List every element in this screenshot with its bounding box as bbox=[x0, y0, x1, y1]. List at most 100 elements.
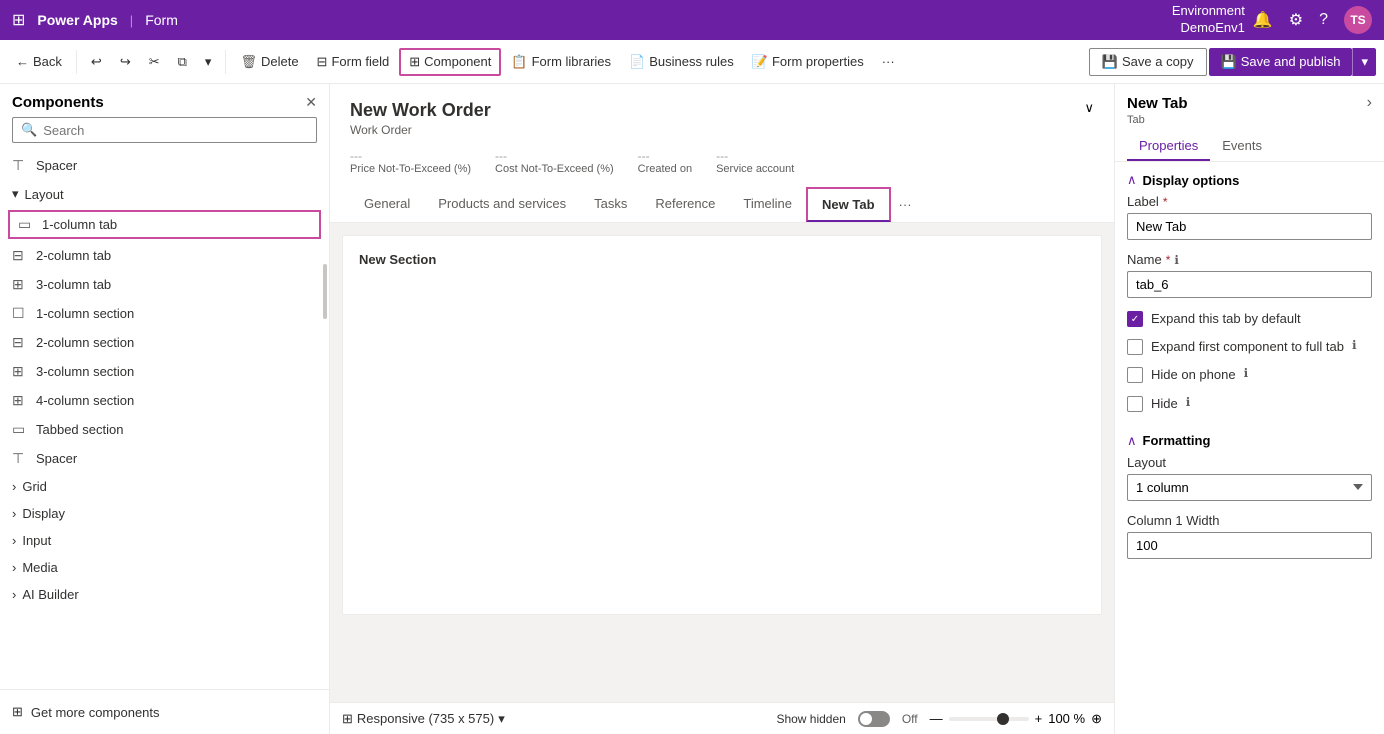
sidebar-item-2col-tab[interactable]: ⊟ 2-column tab bbox=[0, 241, 329, 270]
sidebar-layout-section[interactable]: ▾ Layout bbox=[0, 180, 329, 208]
form-expand-button[interactable]: ∨ bbox=[1084, 100, 1094, 116]
formatting-section-header[interactable]: ∧ Formatting bbox=[1127, 423, 1372, 455]
sidebar-display-section[interactable]: › Display bbox=[0, 500, 329, 527]
sidebar-header: Components ✕ bbox=[0, 84, 329, 117]
sidebar-item-4col-section[interactable]: ⊞ 4-column section bbox=[0, 386, 329, 415]
expand-first-info-icon[interactable]: ℹ bbox=[1352, 338, 1357, 352]
form-section[interactable]: New Section bbox=[342, 235, 1102, 615]
tab-products-services[interactable]: Products and services bbox=[424, 188, 580, 221]
undo-button[interactable]: ↩ bbox=[83, 50, 110, 74]
tab-general[interactable]: General bbox=[350, 188, 424, 221]
show-hidden-toggle[interactable] bbox=[858, 711, 890, 727]
form-field-button[interactable]: ⊟ Form field bbox=[309, 50, 398, 74]
hide-checkbox[interactable] bbox=[1127, 396, 1143, 412]
ai-collapse-icon: › bbox=[12, 587, 16, 602]
tab-events[interactable]: Events bbox=[1210, 132, 1274, 161]
map-icon[interactable]: ⊕ bbox=[1091, 711, 1102, 727]
4col-section-icon: ⊞ bbox=[12, 392, 28, 409]
sidebar-ai-builder-section[interactable]: › AI Builder bbox=[0, 581, 329, 608]
hide-info-icon[interactable]: ℹ bbox=[1186, 395, 1191, 409]
field-cost-label: Cost Not-To-Exceed (%) bbox=[495, 163, 614, 175]
right-panel-next-icon[interactable]: › bbox=[1367, 94, 1372, 112]
sidebar-item-spacer[interactable]: ⊤ Spacer bbox=[0, 444, 329, 473]
right-panel-body: ∧ Display options Label * Name * ℹ bbox=[1115, 162, 1384, 734]
delete-button[interactable]: 🗑 Delete bbox=[232, 50, 306, 74]
paste-chevron-button[interactable]: ▾ bbox=[197, 50, 220, 74]
spacer2-label: Spacer bbox=[36, 451, 77, 466]
expand-first-checkbox[interactable] bbox=[1127, 339, 1143, 355]
display-options-section-header[interactable]: ∧ Display options bbox=[1127, 162, 1372, 194]
toolbar-separator-2 bbox=[225, 50, 226, 74]
search-input[interactable] bbox=[43, 123, 308, 138]
layout-select[interactable]: 1 column 2 columns 3 columns bbox=[1127, 474, 1372, 501]
field-service-value: --- bbox=[716, 149, 794, 163]
settings-icon[interactable]: ⚙ bbox=[1289, 10, 1303, 30]
redo-button[interactable]: ↪ bbox=[112, 50, 139, 74]
expand-default-checkbox[interactable]: ✓ bbox=[1127, 311, 1143, 327]
spacer2-icon: ⊤ bbox=[12, 450, 28, 467]
component-button[interactable]: ⊞ Component bbox=[399, 48, 501, 76]
sidebar-close-button[interactable]: ✕ bbox=[305, 94, 317, 111]
search-icon: 🔍 bbox=[21, 122, 37, 138]
back-arrow-icon: ← bbox=[16, 54, 29, 69]
tab-tasks[interactable]: Tasks bbox=[580, 188, 641, 221]
tab-timeline[interactable]: Timeline bbox=[729, 188, 806, 221]
copy-button[interactable]: ⧉ bbox=[170, 50, 195, 74]
hide-on-phone-checkbox[interactable] bbox=[1127, 367, 1143, 383]
avatar[interactable]: TS bbox=[1344, 6, 1372, 34]
cut-button[interactable]: ✂ bbox=[141, 50, 168, 74]
sidebar-item-spacer-top[interactable]: ⊤ Spacer bbox=[0, 151, 329, 180]
field-cost-value: --- bbox=[495, 149, 614, 163]
zoom-slider-thumb[interactable] bbox=[997, 713, 1009, 725]
form-properties-button[interactable]: 📝 Form properties bbox=[744, 50, 872, 74]
zoom-slider[interactable] bbox=[949, 717, 1029, 721]
form-field-icon: ⊟ bbox=[317, 54, 328, 70]
hide-on-phone-row: Hide on phone ℹ bbox=[1127, 366, 1372, 384]
business-rules-icon: 📄 bbox=[629, 54, 645, 70]
sidebar-item-3col-tab[interactable]: ⊞ 3-column tab bbox=[0, 270, 329, 299]
form-properties-icon: 📝 bbox=[752, 54, 768, 70]
form-tabs-more[interactable]: ··· bbox=[891, 189, 920, 220]
3col-tab-icon: ⊞ bbox=[12, 276, 28, 293]
save-publish-chevron[interactable]: ▾ bbox=[1352, 48, 1376, 76]
more-button[interactable]: ··· bbox=[874, 50, 903, 73]
sidebar: Components ✕ 🔍 ⊤ Spacer ▾ Layout ▭ 1-col… bbox=[0, 84, 330, 734]
form-libraries-icon: 📋 bbox=[511, 54, 527, 70]
business-rules-button[interactable]: 📄 Business rules bbox=[621, 50, 742, 74]
sidebar-grid-section[interactable]: › Grid bbox=[0, 473, 329, 500]
help-icon[interactable]: ? bbox=[1319, 11, 1328, 29]
hide-on-phone-info-icon[interactable]: ℹ bbox=[1244, 366, 1249, 380]
name-input[interactable] bbox=[1127, 271, 1372, 298]
sidebar-item-2col-section[interactable]: ⊟ 2-column section bbox=[0, 328, 329, 357]
notification-icon[interactable]: 🔔 bbox=[1253, 10, 1273, 30]
media-collapse-icon: › bbox=[12, 560, 16, 575]
save-publish-button[interactable]: 💾 Save and publish bbox=[1209, 48, 1353, 76]
grid-icon[interactable]: ⊞ bbox=[12, 10, 25, 30]
sidebar-input-section[interactable]: › Input bbox=[0, 527, 329, 554]
form-libraries-button[interactable]: 📋 Form libraries bbox=[503, 50, 619, 74]
col1-width-input[interactable] bbox=[1127, 532, 1372, 559]
responsive-selector[interactable]: ⊞ Responsive (735 x 575) ▾ bbox=[342, 711, 505, 727]
right-panel-subtitle: Tab bbox=[1127, 114, 1372, 126]
label-input[interactable] bbox=[1127, 213, 1372, 240]
get-more-components-item[interactable]: ⊞ Get more components bbox=[12, 698, 317, 726]
tab-new-tab[interactable]: New Tab bbox=[806, 187, 891, 222]
sidebar-media-section[interactable]: › Media bbox=[0, 554, 329, 581]
back-button[interactable]: ← Back bbox=[8, 50, 70, 73]
sidebar-item-1col-section[interactable]: ☐ 1-column section bbox=[0, 299, 329, 328]
env-label: Environment bbox=[1172, 3, 1245, 20]
zoom-plus-button[interactable]: + bbox=[1035, 711, 1043, 726]
responsive-label: Responsive (735 x 575) bbox=[357, 711, 494, 726]
1col-section-label: 1-column section bbox=[36, 306, 134, 321]
sidebar-item-3col-section[interactable]: ⊞ 3-column section bbox=[0, 357, 329, 386]
sidebar-item-tabbed-section[interactable]: ▭ Tabbed section bbox=[0, 415, 329, 444]
tab-reference[interactable]: Reference bbox=[641, 188, 729, 221]
hide-row: Hide ℹ bbox=[1127, 395, 1372, 413]
sidebar-item-1col-tab[interactable]: ▭ 1-column tab bbox=[8, 210, 321, 239]
save-copy-button[interactable]: 💾 Save a copy bbox=[1089, 48, 1207, 76]
zoom-level: 100 % bbox=[1048, 711, 1085, 726]
name-info-icon[interactable]: ℹ bbox=[1174, 253, 1179, 267]
zoom-minus-button[interactable]: — bbox=[930, 711, 943, 726]
tab-properties[interactable]: Properties bbox=[1127, 132, 1210, 161]
topbar-divider: | bbox=[130, 13, 133, 28]
